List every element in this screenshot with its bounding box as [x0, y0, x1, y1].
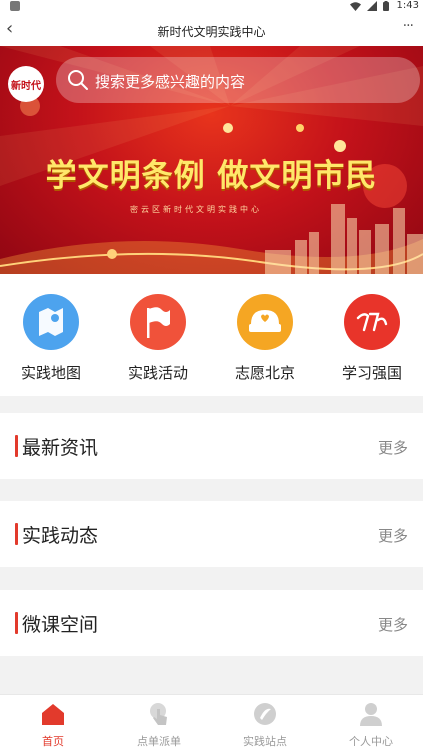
section-accent-bar [15, 435, 18, 457]
tab-label: 实践站点 [243, 735, 287, 748]
tab-personal-center[interactable]: 个人中心 [318, 695, 423, 750]
tab-label: 个人中心 [349, 735, 393, 748]
bottom-tab-bar: 首页 点单派单 实践站点 个人中心 [0, 694, 423, 750]
volunteer-icon [237, 294, 293, 350]
quick-item-volunteer-beijing[interactable]: 志愿北京 [220, 294, 310, 383]
search-icon [68, 70, 88, 90]
more-link[interactable]: 更多 [378, 437, 408, 458]
quick-item-practice-map[interactable]: 实践地图 [6, 294, 96, 383]
section-practice-updates: 实践动态 更多 [0, 501, 423, 567]
tab-label: 点单派单 [137, 735, 181, 748]
clock: 1:43 [396, 0, 419, 11]
banner-slogan: 学文明条例 做文明市民 [45, 158, 378, 194]
city-skyline-graphic [265, 204, 423, 274]
home-icon [42, 704, 64, 725]
quick-item-label: 实践地图 [20, 364, 81, 382]
quick-item-practice-activities[interactable]: 实践活动 [113, 294, 203, 383]
tab-home[interactable]: 首页 [0, 695, 106, 750]
status-bar: 1:43 [0, 0, 423, 14]
study-icon [344, 294, 400, 350]
banner-subslogan: 密云区新时代文明实践中心 [130, 205, 262, 214]
tab-practice-stations[interactable]: 实践站点 [212, 695, 318, 750]
more-menu-button[interactable]: ··· [403, 18, 414, 34]
map-icon [23, 294, 79, 350]
section-latest-news: 最新资讯 更多 [0, 413, 423, 479]
more-link[interactable]: 更多 [378, 614, 408, 635]
hero-banner[interactable]: 新时代 搜索更多感兴趣的内容 学文明条例 做文明市民 密云区新时代文明实践中心 [0, 46, 423, 274]
quick-nav: 实践地图 实践活动 志愿北京 学习强国 [0, 274, 423, 396]
section-title: 实践动态 [22, 525, 99, 547]
search-input[interactable]: 搜索更多感兴趣的内容 [56, 57, 420, 103]
flag-icon [130, 294, 186, 350]
tab-label: 首页 [42, 735, 64, 748]
page-title: 新时代文明实践中心 [157, 25, 266, 39]
app-notification-icon [10, 1, 20, 11]
quick-item-label: 实践活动 [127, 364, 188, 382]
nav-bar: ‹ 新时代文明实践中心 ··· [0, 14, 423, 46]
status-icons [350, 1, 389, 11]
section-micro-course: 微课空间 更多 [0, 590, 423, 656]
section-title: 微课空间 [22, 614, 99, 636]
search-placeholder: 搜索更多感兴趣的内容 [95, 73, 246, 91]
quick-item-study-strong-nation[interactable]: 学习强国 [327, 294, 417, 383]
site-logo: 新时代 [8, 66, 44, 102]
section-accent-bar [15, 523, 18, 545]
station-icon [254, 703, 276, 725]
section-title: 最新资讯 [22, 437, 99, 459]
tap-icon [150, 703, 167, 725]
section-accent-bar [15, 612, 18, 634]
wifi-icon [350, 1, 361, 11]
quick-item-label: 志愿北京 [234, 364, 295, 382]
battery-icon [383, 1, 389, 11]
tab-order-dispatch[interactable]: 点单派单 [106, 695, 212, 750]
signal-icon [367, 1, 377, 11]
person-icon [360, 703, 382, 726]
quick-item-label: 学习强国 [341, 364, 402, 382]
more-link[interactable]: 更多 [378, 525, 408, 546]
